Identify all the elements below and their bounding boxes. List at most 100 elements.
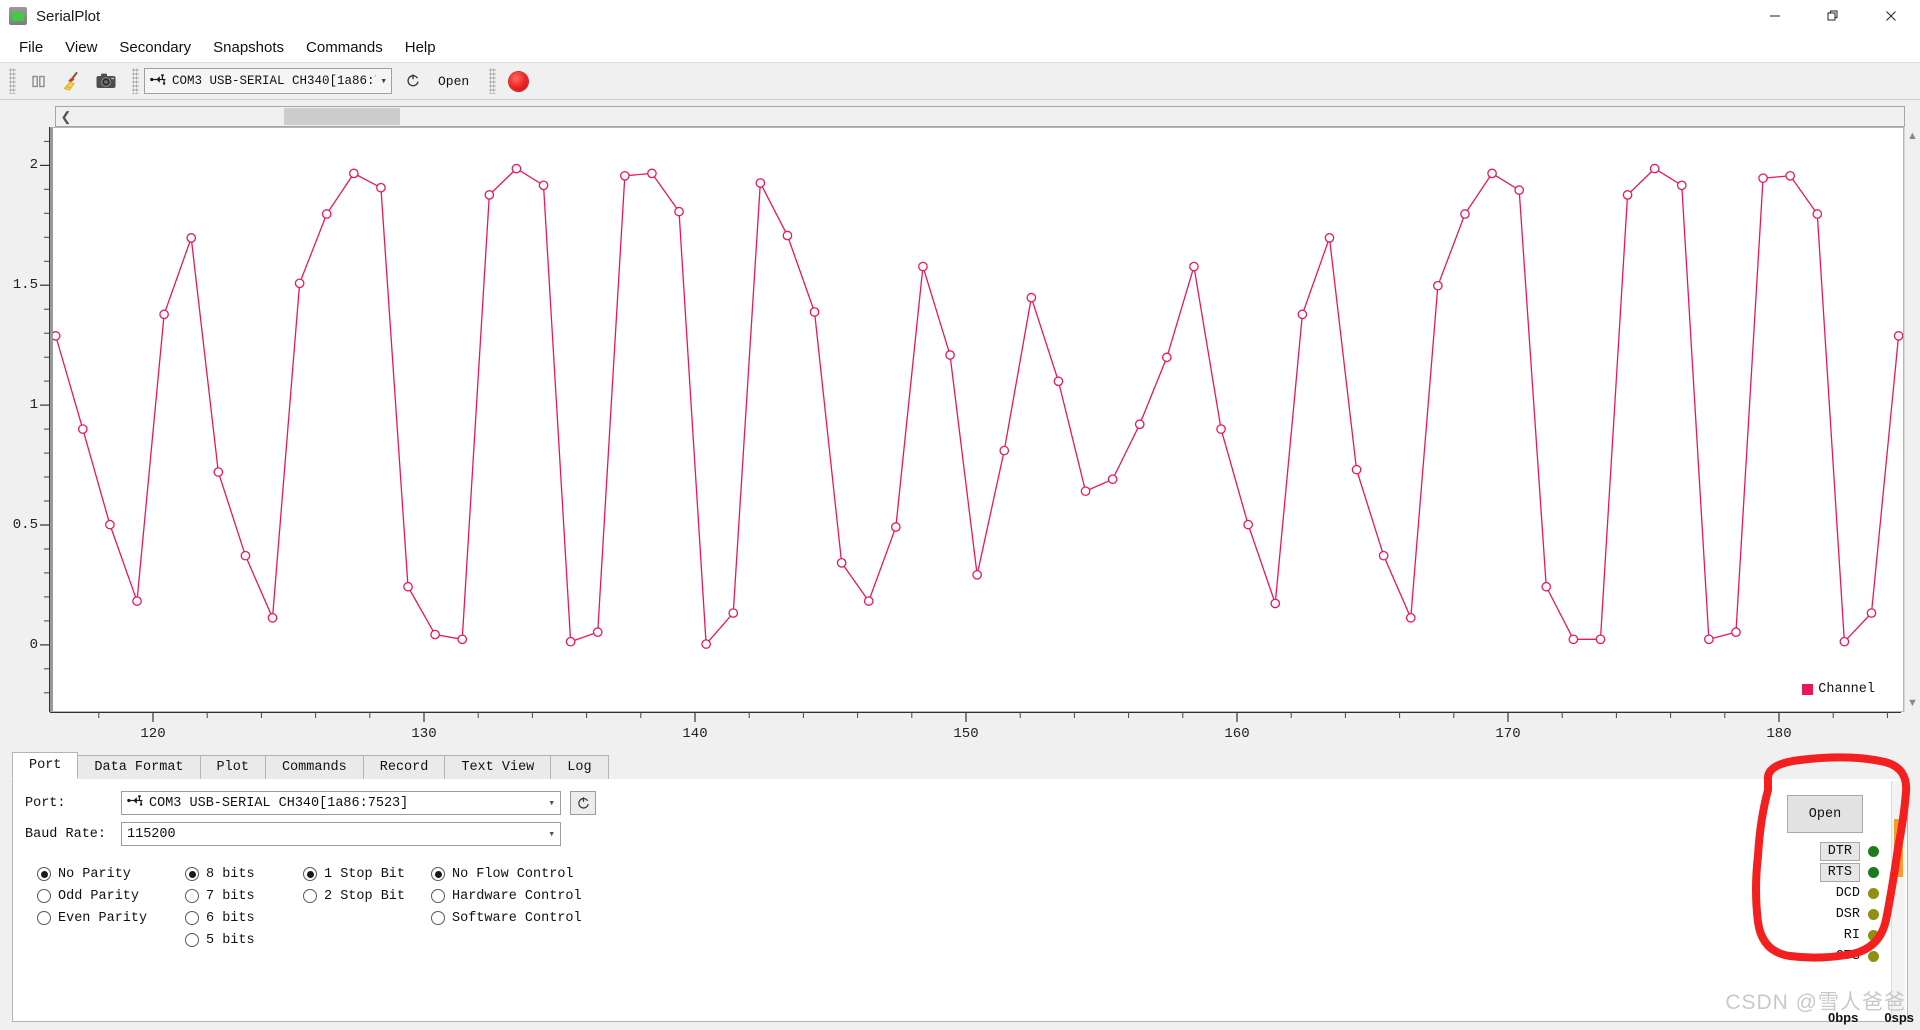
radio-indicator xyxy=(37,889,51,903)
port-tab-panel: Port: COM3 USB-SERIAL CH340[1a86:7523] ▾ xyxy=(12,779,1908,1022)
minimize-icon[interactable] xyxy=(1746,0,1804,33)
window-title: SerialPlot xyxy=(36,7,101,25)
modem-signal-indicators: DTR RTS DCD DSR RI CTS xyxy=(1819,841,1879,967)
toolbar-grip[interactable] xyxy=(9,68,16,94)
radio-5-bits[interactable]: 5 bits xyxy=(185,929,255,951)
radio-indicator xyxy=(185,867,199,881)
toolbar-refresh-icon[interactable] xyxy=(398,66,428,96)
signal-label-dtr[interactable]: DTR xyxy=(1819,842,1860,861)
menu-item-view[interactable]: View xyxy=(54,35,108,60)
signal-led-cts xyxy=(1868,951,1879,962)
radio-no-flow-control[interactable]: No Flow Control xyxy=(431,863,582,885)
port-select[interactable]: COM3 USB-SERIAL CH340[1a86:7523] ▾ xyxy=(121,791,561,815)
radio-indicator xyxy=(431,889,445,903)
toolbar: COM3 USB-SERIAL CH340[1a86:7523] ▾ Open xyxy=(0,62,1920,100)
radio-no-parity[interactable]: No Parity xyxy=(37,863,147,885)
signal-led-dtr xyxy=(1868,846,1879,857)
toolbar-port-select[interactable]: COM3 USB-SERIAL CH340[1a86:7523] ▾ xyxy=(144,68,392,94)
tab-record[interactable]: Record xyxy=(362,755,446,779)
tab-data-format[interactable]: Data Format xyxy=(77,755,201,779)
signal-label-rts[interactable]: RTS xyxy=(1819,863,1860,882)
signal-row-ri: RI xyxy=(1844,925,1879,946)
signal-label-dsr: DSR xyxy=(1835,907,1860,922)
toolbar-grip-2[interactable] xyxy=(132,68,139,94)
radio-label: 5 bits xyxy=(206,932,255,948)
radio-7-bits[interactable]: 7 bits xyxy=(185,885,255,907)
chevron-down-icon: ▾ xyxy=(548,798,555,810)
maximize-icon[interactable] xyxy=(1804,0,1862,33)
radio-hardware-control[interactable]: Hardware Control xyxy=(431,885,582,907)
radio-label: Even Parity xyxy=(58,910,148,926)
camera-icon[interactable] xyxy=(89,65,123,97)
toolbar-port-value: COM3 USB-SERIAL CH340[1a86:7523] xyxy=(172,74,376,88)
y-axis: 0 0.5 1 1.5 2 xyxy=(0,127,50,712)
chevron-left-icon[interactable]: ❮ xyxy=(56,109,76,125)
close-icon[interactable] xyxy=(1862,0,1920,33)
signal-row-dsr: DSR xyxy=(1836,904,1879,925)
radio-6-bits[interactable]: 6 bits xyxy=(185,907,255,929)
x-tick-label: 170 xyxy=(1495,726,1521,742)
panel-scroll-thumb[interactable] xyxy=(1894,819,1903,877)
legend-label: Channel xyxy=(1818,682,1875,697)
radio-label: 6 bits xyxy=(206,910,255,926)
radio-indicator xyxy=(431,867,445,881)
menu-item-secondary[interactable]: Secondary xyxy=(108,35,202,60)
radio-label: 8 bits xyxy=(206,866,255,882)
signal-row-dtr[interactable]: DTR xyxy=(1819,841,1879,862)
toolbar-open-button[interactable]: Open xyxy=(428,66,479,96)
plot-vertical-scrollbar[interactable]: ▲ ▼ xyxy=(1904,127,1920,712)
baud-rate-select[interactable]: 115200 ▾ xyxy=(121,822,561,846)
radio-indicator xyxy=(185,933,199,947)
tab-strip: Port Data Format Plot Commands Record Te… xyxy=(12,752,1908,780)
pause-icon[interactable] xyxy=(21,65,55,97)
x-tick-label: 160 xyxy=(1224,726,1250,742)
chevron-up-icon[interactable]: ▲ xyxy=(1907,127,1918,142)
broom-icon[interactable] xyxy=(55,65,89,97)
tab-commands[interactable]: Commands xyxy=(264,755,364,779)
menu-item-help[interactable]: Help xyxy=(394,35,447,60)
csdn-watermark: CSDN @雪人爸爸 xyxy=(1725,991,1906,1014)
open-port-button[interactable]: Open xyxy=(1787,795,1863,833)
usb-icon xyxy=(127,795,145,811)
port-refresh-button[interactable] xyxy=(570,791,596,815)
radio-2-stop-bit[interactable]: 2 Stop Bit xyxy=(303,885,405,907)
radio-8-bits[interactable]: 8 bits xyxy=(185,863,255,885)
tab-port[interactable]: Port xyxy=(12,752,79,779)
tab-log[interactable]: Log xyxy=(550,755,609,779)
x-tick-label: 150 xyxy=(953,726,979,742)
stopbits-group: 1 Stop Bit 2 Stop Bit xyxy=(303,863,405,907)
scrollbar-thumb[interactable] xyxy=(284,108,400,125)
panel-vertical-scrollbar[interactable] xyxy=(1891,781,1905,1019)
toolbar-grip-3[interactable] xyxy=(489,68,497,94)
chevron-down-icon[interactable]: ▼ xyxy=(1907,697,1918,712)
x-axis: 120 130 140 150 160 170 180 xyxy=(50,712,1904,748)
port-select-value: COM3 USB-SERIAL CH340[1a86:7523] xyxy=(149,795,409,811)
signal-led-dsr xyxy=(1868,909,1879,920)
tab-plot[interactable]: Plot xyxy=(199,755,266,779)
plot-canvas[interactable]: Channel xyxy=(50,127,1904,712)
radio-even-parity[interactable]: Even Parity xyxy=(37,907,147,929)
menu-item-commands[interactable]: Commands xyxy=(295,35,394,60)
radio-indicator xyxy=(303,867,317,881)
x-tick-label: 140 xyxy=(682,726,708,742)
radio-odd-parity[interactable]: Odd Parity xyxy=(37,885,147,907)
radio-software-control[interactable]: Software Control xyxy=(431,907,582,929)
menu-bar: File View Secondary Snapshots Commands H… xyxy=(0,33,1920,62)
plot-horizontal-scrollbar[interactable]: ❮ xyxy=(55,106,1905,127)
title-bar: SerialPlot xyxy=(0,0,1920,33)
signal-row-rts[interactable]: RTS xyxy=(1819,862,1879,883)
chevron-down-icon: ▾ xyxy=(380,76,387,88)
tab-text-view[interactable]: Text View xyxy=(444,755,552,779)
radio-label: No Parity xyxy=(58,866,131,882)
port-row: Port: COM3 USB-SERIAL CH340[1a86:7523] ▾ xyxy=(25,791,596,815)
legend-color-swatch xyxy=(1802,684,1814,695)
radio-1-stop-bit[interactable]: 1 Stop Bit xyxy=(303,863,405,885)
menu-item-snapshots[interactable]: Snapshots xyxy=(202,35,295,60)
radio-label: 2 Stop Bit xyxy=(324,888,406,904)
menu-item-file[interactable]: File xyxy=(8,35,54,60)
signal-row-dcd: DCD xyxy=(1836,883,1879,904)
plot-legend: Channel xyxy=(1802,682,1875,697)
chevron-down-icon: ▾ xyxy=(548,829,555,841)
record-icon[interactable] xyxy=(501,65,535,97)
radio-label: 1 Stop Bit xyxy=(324,866,406,882)
